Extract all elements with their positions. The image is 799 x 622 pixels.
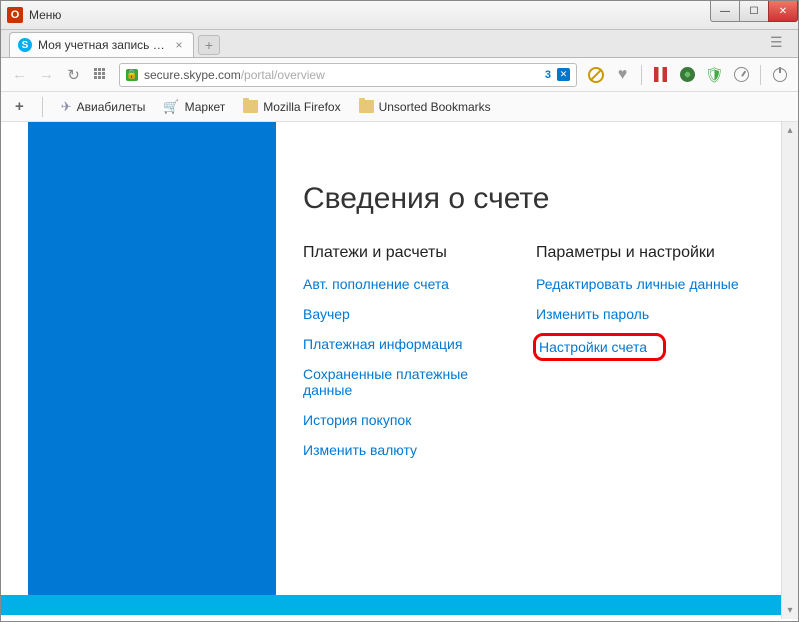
separator [641,65,642,85]
power-icon[interactable] [771,66,788,83]
cart-icon: 🛒 [163,99,179,115]
settings-column: Параметры и настройки Редактировать личн… [536,244,741,472]
blocker-shield-icon[interactable]: ✕ [557,68,570,81]
back-button[interactable]: ← [11,66,28,83]
bookmark-market[interactable]: 🛒 Маркет [163,99,225,115]
url-path: /portal/overview [241,68,325,82]
link-change-password[interactable]: Изменить пароль [536,306,741,322]
globe-icon[interactable] [679,66,696,83]
tab-close-icon[interactable]: × [173,39,185,51]
maximize-button[interactable]: ☐ [739,1,769,22]
link-billing-info[interactable]: Платежная информация [303,336,508,352]
menu-button[interactable]: Меню [29,8,61,22]
link-stored-payment[interactable]: Сохраненные платежные данные [303,366,508,398]
bookmark-label: Авиабилеты [77,100,146,114]
bookmark-mozilla[interactable]: Mozilla Firefox [243,100,340,114]
page-title: Сведения о счете [303,182,741,216]
column-title: Параметры и настройки [536,244,741,262]
adblock-icon[interactable] [587,66,604,83]
close-button[interactable]: ✕ [768,1,798,22]
panel-toggle-icon[interactable]: ☰ [770,34,788,48]
toolbar: ← → ↻ 🔒 secure.skype.com/portal/overview… [1,58,798,92]
address-bar[interactable]: 🔒 secure.skype.com/portal/overview 3 ✕ [119,63,577,87]
lock-icon: 🔒 [126,69,138,81]
scrollbar[interactable]: ▴ ▾ [781,122,798,619]
window-controls: — ☐ ✕ [711,1,798,22]
footer-strip [1,595,781,615]
highlight-annotation: Настройки счета [533,333,666,361]
add-bookmark-button[interactable]: + [15,98,24,115]
speed-dial-button[interactable] [92,66,109,83]
separator [760,65,761,85]
page-viewport: Сведения о счете Платежи и расчеты Авт. … [1,122,798,619]
link-change-currency[interactable]: Изменить валюту [303,442,508,458]
plane-icon: ✈ [61,99,72,115]
bookmark-unsorted[interactable]: Unsorted Bookmarks [359,100,491,114]
bookmark-heart-icon[interactable]: ♥ [614,66,631,83]
bookmark-label: Unsorted Bookmarks [379,100,491,114]
bookmark-label: Маркет [185,100,226,114]
folder-icon [359,100,374,113]
link-edit-profile[interactable]: Редактировать личные данные [536,276,741,292]
link-purchase-history[interactable]: История покупок [303,412,508,428]
page-content: Сведения о счете Платежи и расчеты Авт. … [1,122,781,619]
scroll-down-icon[interactable]: ▾ [782,602,798,619]
tab-strip: S Моя учетная запись Skyp × + [1,30,798,58]
link-account-settings[interactable]: Настройки счета [539,339,647,355]
account-details: Сведения о счете Платежи и расчеты Авт. … [303,182,741,472]
reload-button[interactable]: ↻ [65,66,82,83]
bookmarks-bar: + ✈ Авиабилеты 🛒 Маркет Mozilla Firefox … [1,92,798,122]
link-auto-recharge[interactable]: Авт. пополнение счета [303,276,508,292]
folder-icon [243,100,258,113]
extension-icons: ♥ 🛡 [587,65,788,85]
payments-column: Платежи и расчеты Авт. пополнение счета … [303,244,508,472]
minimize-button[interactable]: — [710,1,740,22]
skype-sidebar [28,122,276,595]
bookmark-label: Mozilla Firefox [263,100,340,114]
column-title: Платежи и расчеты [303,244,508,262]
bookmark-aviasales[interactable]: ✈ Авиабилеты [61,99,146,115]
scroll-up-icon[interactable]: ▴ [782,122,798,139]
lastpass-icon[interactable] [652,66,669,83]
opera-logo-icon[interactable]: O [7,7,23,23]
gauge-icon[interactable] [733,66,750,83]
separator [42,97,43,117]
forward-button[interactable]: → [38,66,55,83]
url-host: secure.skype.com [144,68,241,82]
tab-title: Моя учетная запись Skyp [38,38,167,52]
link-voucher[interactable]: Ваучер [303,306,508,322]
security-shield-icon[interactable]: 🛡 [706,66,723,83]
new-tab-button[interactable]: + [198,35,220,55]
skype-favicon-icon: S [18,38,32,52]
window-titlebar: O Меню — ☐ ✕ [1,1,798,30]
blocker-count: 3 [545,69,551,81]
browser-tab[interactable]: S Моя учетная запись Skyp × [9,32,194,57]
